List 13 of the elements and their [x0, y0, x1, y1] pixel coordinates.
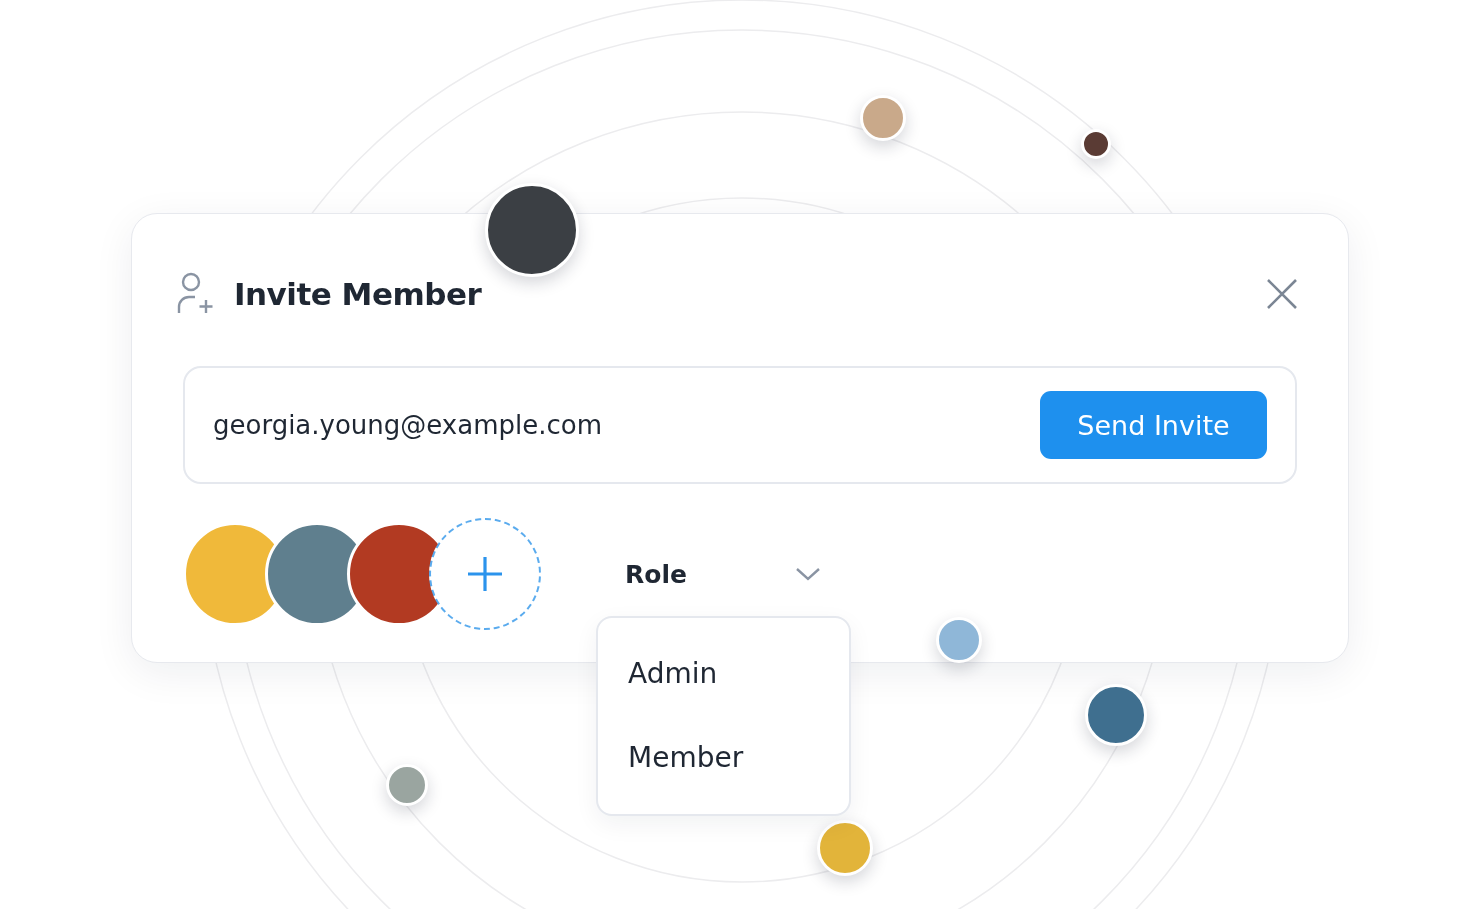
avatar-placeholder — [1085, 684, 1147, 746]
role-dropdown[interactable]: Role — [623, 555, 823, 593]
close-button[interactable] — [1266, 278, 1298, 310]
role-option[interactable]: Member — [598, 715, 849, 800]
chevron-down-icon — [794, 566, 821, 582]
plus-icon — [465, 554, 505, 594]
avatar-placeholder — [1081, 129, 1111, 159]
avatar-placeholder — [860, 95, 906, 141]
dialog-title: Invite Member — [234, 276, 482, 312]
avatar-placeholder — [817, 820, 873, 876]
avatar-placeholder — [386, 764, 428, 806]
email-field[interactable]: georgia.young@example.com — [213, 410, 1040, 440]
role-option[interactable]: Admin — [598, 631, 849, 716]
